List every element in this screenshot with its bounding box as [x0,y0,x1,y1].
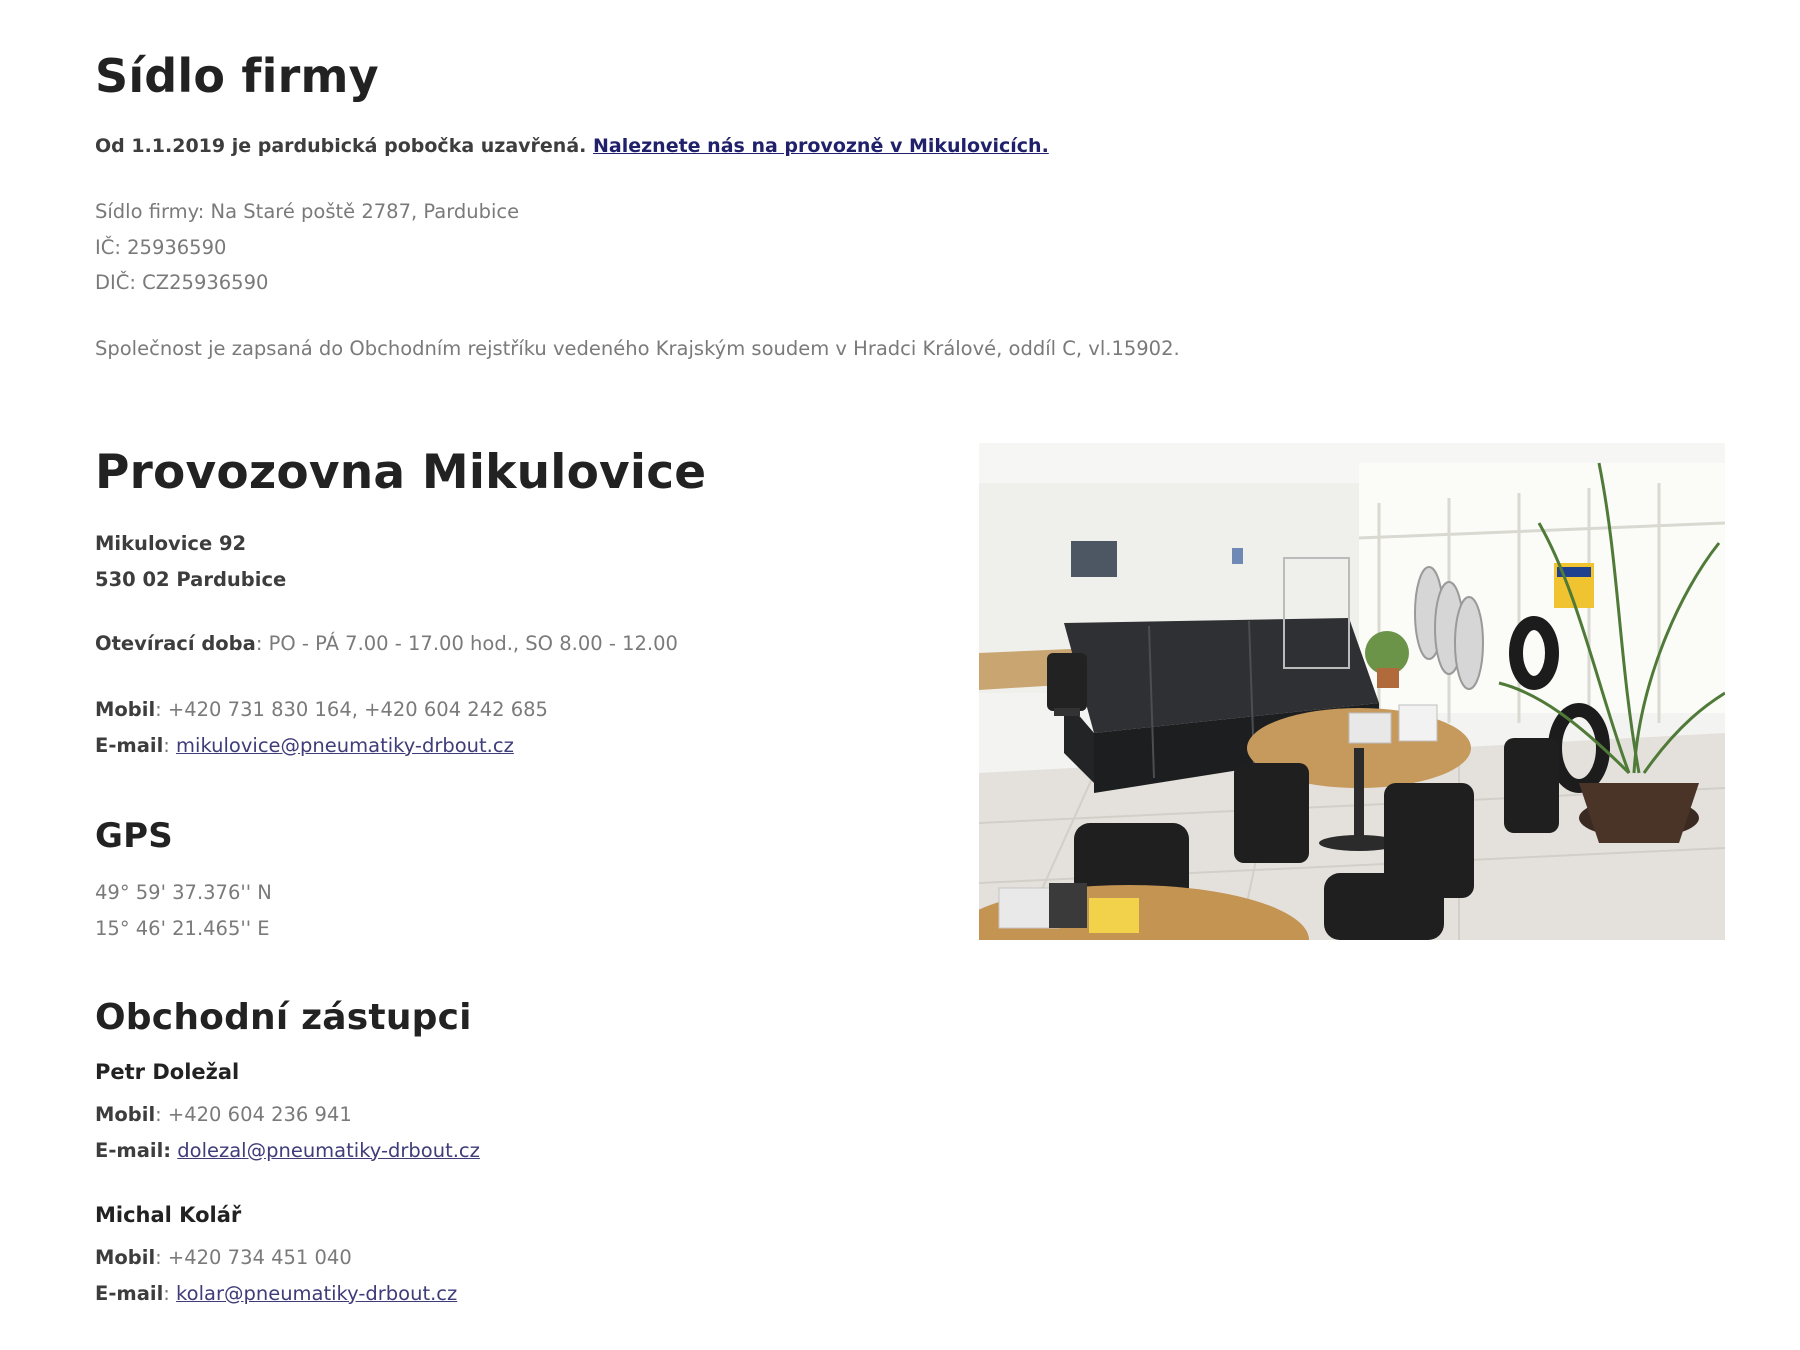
email-separator: : [163,733,177,757]
wall-picture [1071,541,1117,577]
company-ic: IČ: 25936590 [95,235,227,259]
mobile-value: : +420 734 451 040 [155,1246,352,1269]
provozovna-email-link[interactable]: mikulovice@pneumatiky-drbout.cz [176,734,514,757]
email-separator: : [163,1281,177,1305]
mikulovice-link[interactable]: Naleznete nás na provozně v Mikulovicích… [593,135,1049,157]
heading-gps: GPS [95,816,173,856]
hours-value: : PO - PÁ 7.00 - 17.00 hod., SO 8.00 - 1… [255,632,678,655]
provozovna-email-row: E-mail: mikulovice@pneumatiky-drbout.cz [95,728,548,764]
heading-obchodni-zastupci: Obchodní zástupci [95,997,472,1038]
closure-notice-text: Od 1.1.2019 je pardubická pobočka uzavře… [95,135,587,157]
hours-label: Otevírací doba [95,632,256,655]
company-info: Sídlo firmy: Na Staré poště 2787, Pardub… [95,194,519,301]
closure-notice: Od 1.1.2019 je pardubická pobočka uzavře… [95,132,1049,160]
person-email-row: E-mail: kolar@pneumatiky-drbout.cz [95,1276,457,1312]
person-name: Michal Kolář [95,1203,242,1227]
email-label: E-mail [95,733,164,757]
mobile-label: Mobil [95,1103,156,1126]
showroom-photo-drawing [979,443,1725,940]
company-address: Sídlo firmy: Na Staré poště 2787, Pardub… [95,200,520,223]
person-email-link[interactable]: dolezal@pneumatiky-drbout.cz [177,1139,480,1162]
gps-coordinates: 49° 59' 37.376'' N 15° 46' 21.465'' E [95,875,272,946]
mobile-label: Mobil [95,698,156,721]
register-text: Společnost je zapsaná do Obchodním rejst… [95,337,1180,360]
person-mobile-row: Mobil: +420 604 236 941 [95,1097,480,1133]
email-label: E-mail [95,1281,164,1305]
provozovna-address: Mikulovice 92 530 02 Pardubice [95,526,286,597]
address-city: 530 02 Pardubice [95,567,287,591]
heading-sidlo-firmy: Sídlo firmy [95,49,379,103]
company-register: Společnost je zapsaná do Obchodním rejst… [95,331,1180,367]
opening-hours: Otevírací doba: PO - PÁ 7.00 - 17.00 hod… [95,626,678,662]
gps-longitude: 15° 46' 21.465'' E [95,916,270,940]
showroom-photo [979,443,1725,940]
company-dic: DIČ: CZ25936590 [95,271,269,294]
provozovna-contact: Mobil: +420 731 830 164, +420 604 242 68… [95,692,548,763]
person-mobile-row: Mobil: +420 734 451 040 [95,1240,457,1276]
person-email-link[interactable]: kolar@pneumatiky-drbout.cz [176,1282,457,1305]
gps-latitude: 49° 59' 37.376'' N [95,881,272,904]
heading-provozovna: Provozovna Mikulovice [95,445,707,500]
provozovna-mobile-row: Mobil: +420 731 830 164, +420 604 242 68… [95,692,548,728]
address-street: Mikulovice 92 [95,532,247,555]
mobile-label: Mobil [95,1246,156,1269]
mobile-value: : +420 731 830 164, +420 604 242 685 [155,698,548,721]
person-name: Petr Doležal [95,1060,240,1084]
person-contact: Mobil: +420 604 236 941 E-mail: dolezal@… [95,1097,480,1168]
person-email-row: E-mail: dolezal@pneumatiky-drbout.cz [95,1133,480,1169]
email-label: E-mail: [95,1138,172,1162]
mobile-value: : +420 604 236 941 [155,1103,352,1126]
person-contact: Mobil: +420 734 451 040 E-mail: kolar@pn… [95,1240,457,1311]
